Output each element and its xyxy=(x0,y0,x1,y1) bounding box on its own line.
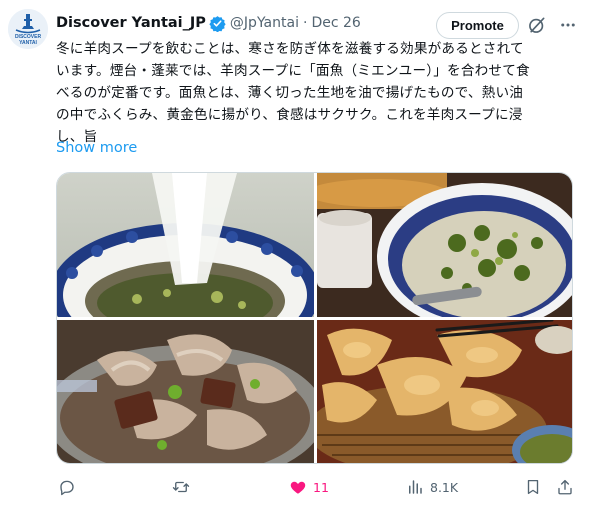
share-button[interactable] xyxy=(556,474,574,500)
tweet-text-line: の中でふくらみ、黄金色に揚がり、食感はサクサク。これを羊肉スープに浸 xyxy=(56,107,523,123)
svg-text:YANTAI: YANTAI xyxy=(19,40,37,46)
repost-button[interactable] xyxy=(172,474,196,500)
bookmark-icon xyxy=(527,479,539,495)
discover-yantai-logo-icon: DISCOVER YANTAI xyxy=(8,9,48,49)
tweet-text-line: 冬に羊肉スープを飲むことは、寒さを防ぎ体を滋養する効果があるとされて xyxy=(56,41,524,57)
promote-button[interactable]: Promote xyxy=(436,12,519,39)
tweet-text: 冬に羊肉スープを飲むことは、寒さを防ぎ体を滋養する効果があるとされて います。煙… xyxy=(56,38,586,148)
more-options-icon[interactable] xyxy=(559,16,577,34)
like-button[interactable]: 11 xyxy=(289,474,329,500)
handle[interactable]: @JpYantai xyxy=(230,15,299,31)
separator-dot: · xyxy=(302,15,308,31)
media-image-fried-dough-basket[interactable] xyxy=(317,320,572,463)
like-count: 11 xyxy=(313,479,329,495)
media-image-pouring-soup[interactable] xyxy=(57,173,314,317)
media-image-soup-with-herbs[interactable] xyxy=(317,173,572,317)
tweet-text-line: べるのが定番です。面魚とは、薄く切った生地を油で揚げたもので、熱い油 xyxy=(56,85,524,101)
bookmark-button[interactable] xyxy=(524,474,542,500)
views-count: 8.1K xyxy=(430,479,459,495)
action-bar: 11 8.1K xyxy=(56,474,581,500)
reply-button[interactable] xyxy=(58,474,82,500)
tweet-card[interactable]: DISCOVER YANTAI Discover Yantai_JP @JpYa… xyxy=(0,0,604,514)
verified-badge-icon[interactable] xyxy=(209,15,226,32)
like-icon xyxy=(290,481,306,494)
share-icon xyxy=(558,479,572,495)
show-more-link[interactable]: Show more xyxy=(56,140,137,156)
tweet-text-line: います。煙台・蓬莱では、羊肉スープに「面魚（ミエンユー）」を合わせて食 xyxy=(56,63,530,79)
tweet-header: Discover Yantai_JP @JpYantai · Dec 26 xyxy=(56,12,361,34)
grok-icon[interactable] xyxy=(527,15,547,35)
avatar[interactable]: DISCOVER YANTAI xyxy=(8,9,48,49)
tweet-date[interactable]: Dec 26 xyxy=(311,15,360,31)
media-grid[interactable] xyxy=(56,172,573,464)
views-icon xyxy=(409,480,422,494)
display-name[interactable]: Discover Yantai_JP xyxy=(56,15,206,31)
media-image-mutton-closeup[interactable] xyxy=(57,320,314,463)
repost-icon xyxy=(172,481,190,493)
views-button[interactable]: 8.1K xyxy=(406,474,458,500)
reply-icon xyxy=(60,480,74,496)
